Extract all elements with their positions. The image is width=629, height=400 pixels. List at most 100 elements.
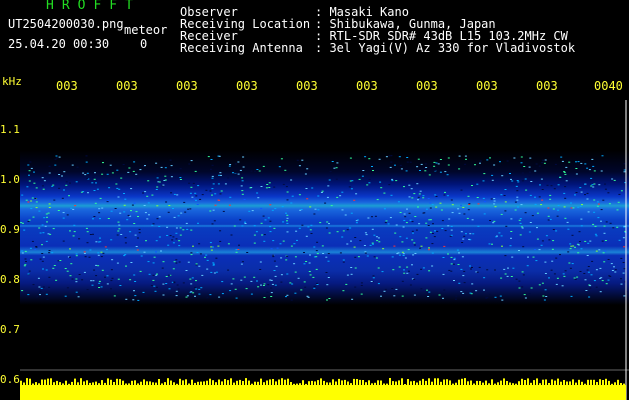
noise-speckle (38, 210, 41, 212)
noise-speckle (349, 227, 352, 229)
noise-speckle (399, 236, 402, 238)
noise-speckle (580, 191, 583, 193)
noise-speckle (462, 238, 465, 240)
noise-speckle (92, 233, 94, 235)
noise-speckle (257, 286, 260, 288)
noise-speckle (389, 166, 392, 168)
noise-speckle (99, 218, 101, 220)
noise-speckle (189, 192, 192, 194)
noise-speckle (206, 268, 209, 270)
noise-speckle (440, 209, 443, 211)
amplitude-spike (143, 379, 145, 385)
noise-speckle (575, 192, 578, 193)
noise-speckle (167, 244, 170, 246)
noise-speckle (170, 165, 173, 167)
noise-speckle (461, 256, 464, 258)
noise-speckle (260, 284, 262, 286)
noise-speckle (596, 205, 599, 207)
noise-speckle (500, 194, 503, 196)
amplitude-spike (257, 381, 259, 385)
amplitude-spike (20, 380, 22, 385)
noise-speckle (310, 233, 313, 234)
noise-speckle (370, 281, 373, 282)
noise-speckle (557, 205, 560, 206)
noise-speckle (516, 190, 519, 192)
noise-speckle (250, 170, 253, 172)
noise-speckle (563, 171, 566, 173)
noise-speckle (376, 240, 379, 242)
noise-speckle (554, 163, 557, 165)
noise-speckle (549, 194, 552, 196)
noise-speckle (605, 283, 608, 285)
noise-speckle (336, 162, 339, 164)
noise-speckle (548, 277, 550, 279)
noise-speckle (30, 200, 33, 202)
amplitude-spike (281, 378, 283, 385)
noise-speckle (575, 168, 578, 169)
amplitude-spike (203, 381, 205, 385)
noise-speckle (336, 196, 339, 198)
amplitude-spike (47, 378, 49, 385)
noise-speckle (169, 159, 172, 161)
noise-speckle (241, 180, 244, 182)
noise-speckle (475, 290, 478, 292)
noise-speckle (133, 202, 136, 204)
noise-speckle (433, 165, 436, 167)
noise-speckle (130, 210, 132, 212)
noise-speckle (271, 283, 274, 285)
noise-speckle (439, 202, 442, 204)
noise-speckle (361, 175, 364, 177)
noise-speckle (69, 182, 71, 184)
noise-speckle (95, 275, 98, 277)
noise-speckle (478, 266, 481, 268)
noise-speckle (109, 164, 112, 166)
noise-speckle (397, 201, 400, 203)
noise-speckle (280, 158, 283, 160)
amplitude-spike (599, 379, 601, 385)
noise-speckle (187, 208, 190, 210)
noise-speckle (620, 278, 622, 280)
noise-speckle (94, 172, 96, 174)
noise-speckle (591, 184, 594, 186)
noise-speckle (420, 163, 423, 165)
noise-speckle (597, 217, 600, 219)
noise-speckle (32, 216, 35, 218)
noise-speckle (595, 269, 598, 271)
noise-speckle (80, 191, 83, 193)
noise-speckle (274, 284, 277, 286)
noise-speckle (129, 231, 132, 233)
noise-speckle (488, 243, 491, 245)
noise-speckle (413, 193, 416, 195)
noise-speckle (429, 207, 432, 209)
noise-speckle (196, 204, 199, 205)
noise-speckle (529, 194, 532, 196)
amplitude-spike (224, 379, 226, 385)
noise-speckle (561, 285, 564, 287)
noise-speckle (404, 257, 407, 259)
noise-speckle (530, 287, 533, 289)
noise-speckle (326, 221, 329, 223)
noise-speckle (428, 247, 430, 249)
noise-speckle (571, 234, 574, 236)
noise-speckle (335, 178, 338, 180)
noise-speckle (212, 209, 215, 211)
noise-speckle (590, 185, 593, 187)
amplitude-spike (440, 381, 442, 385)
noise-speckle (280, 274, 283, 276)
noise-speckle (585, 290, 588, 291)
noise-speckle (152, 262, 155, 264)
noise-speckle (144, 191, 147, 193)
noise-speckle (472, 233, 475, 235)
noise-speckle (313, 287, 316, 289)
noise-speckle (268, 187, 271, 188)
noise-speckle (172, 268, 175, 270)
noise-speckle (457, 264, 460, 265)
noise-speckle (176, 194, 179, 196)
noise-speckle (118, 188, 121, 190)
noise-speckle (536, 238, 539, 240)
noise-speckle (566, 221, 569, 223)
amplitude-spike (197, 381, 199, 385)
amplitude-spike (476, 380, 478, 385)
noise-speckle (607, 279, 610, 281)
noise-speckle (177, 288, 180, 290)
